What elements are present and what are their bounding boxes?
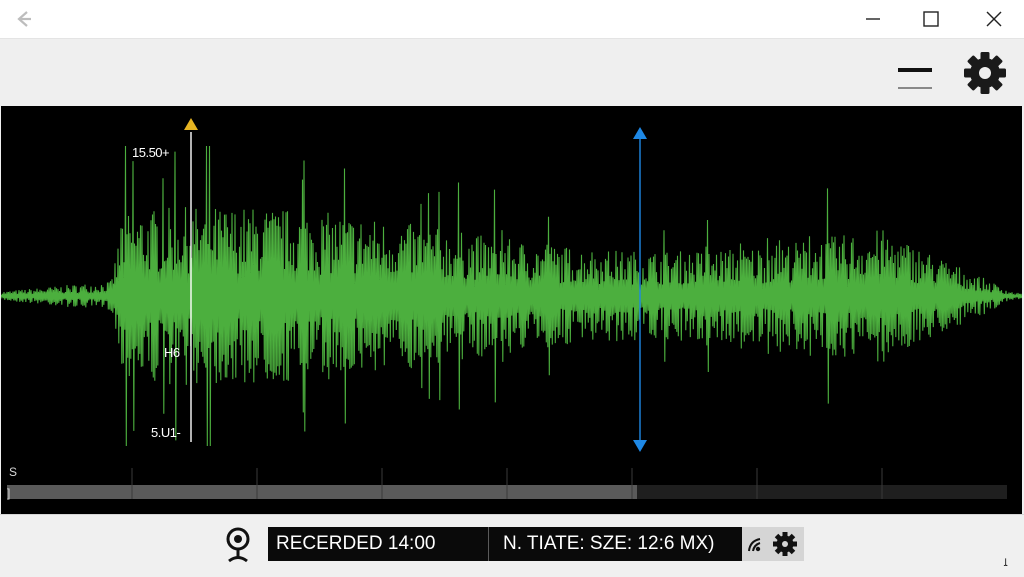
playhead-down-arrow-icon [633,440,647,452]
timeline-progress [7,485,637,499]
playhead-up-arrow-icon [633,127,647,139]
y-label-top: 15.50+ [132,145,170,160]
microphone-button[interactable] [221,526,255,564]
settings-button[interactable] [962,50,1008,96]
timeline-label-top: S [9,465,18,479]
waveform-trace [1,145,1022,447]
back-arrow-icon [17,11,31,27]
menu-button[interactable] [896,54,936,90]
gear-icon [964,52,1006,94]
status-icons [742,527,804,561]
gear-icon[interactable] [772,531,798,557]
menu-icon [898,68,932,89]
y-label-bottom: 5.U1- [151,425,181,440]
minimize-button[interactable] [850,4,896,34]
maximize-button[interactable] [908,4,954,34]
waveform-canvas[interactable] [1,106,1022,514]
close-button[interactable] [970,4,1016,34]
close-icon [986,11,1002,27]
timeline-label-bottom: ] [7,486,11,500]
recorded-status: RECERDED 14:00 [268,527,488,561]
y-label-mid: H6 [164,345,180,360]
back-button[interactable] [12,8,36,30]
file-info-status: N. TIATE: SZE: 12:6 MX) [488,527,742,561]
toolbar [0,39,1024,106]
maximize-icon [923,11,939,27]
title-bar [0,0,1024,39]
corner-glyph: ﻠ [1004,558,1008,569]
signal-icon[interactable] [746,533,768,555]
waveform-panel[interactable]: 15.50+ H6 5.U1- S ] [1,106,1022,514]
start-marker-icon [184,118,198,130]
minimize-icon [866,18,880,20]
microphone-icon [226,527,250,563]
